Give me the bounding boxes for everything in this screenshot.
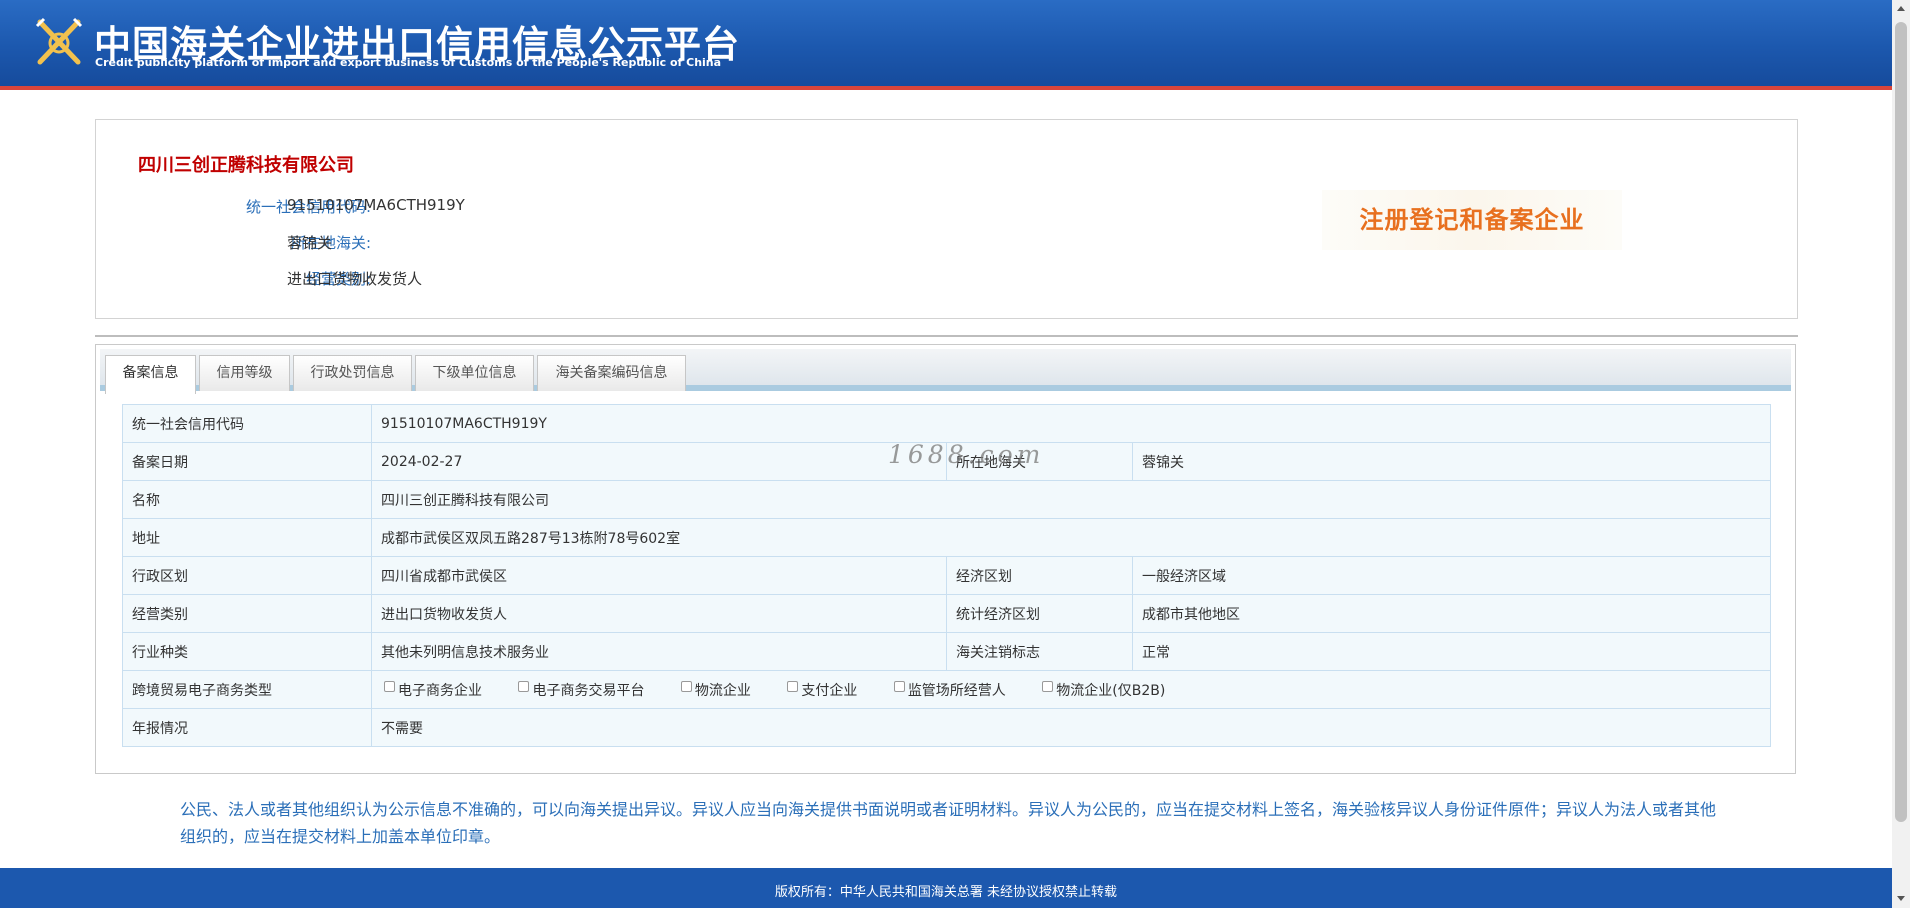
cell-value: 四川三创正腾科技有限公司 (371, 480, 1771, 519)
cell-value: 成都市其他地区 (1132, 594, 1771, 633)
table-row: 跨境贸易电子商务类型 电子商务企业 电子商务交易平台 物流企业 支付企业 监管场… (122, 670, 1771, 709)
scrollbar-thumb[interactable] (1895, 22, 1907, 822)
checkbox[interactable] (518, 680, 530, 692)
cell-label: 地址 (122, 518, 372, 557)
cell-value: 成都市武侯区双凤五路287号13栋附78号602室 (371, 518, 1771, 557)
section-divider (95, 335, 1798, 337)
cell-value: 91510107MA6CTH919Y (371, 404, 1771, 443)
cell-label: 行业种类 (122, 632, 372, 671)
tab-penalty-info[interactable]: 行政处罚信息 (293, 355, 412, 391)
table-row: 经营类别 进出口货物收发货人 统计经济区划 成都市其他地区 (122, 594, 1771, 633)
checkbox-label: 支付企业 (801, 682, 858, 699)
cell-value: 正常 (1132, 632, 1771, 671)
vertical-scrollbar[interactable] (1892, 0, 1910, 908)
summary-value: 蓉锦关 (287, 234, 333, 252)
checkbox-label: 电子商务企业 (398, 682, 482, 699)
checkbox-label: 电子商务交易平台 (532, 682, 645, 699)
checkbox[interactable] (1042, 680, 1054, 692)
cell-value: 2024-02-27 (371, 442, 947, 481)
tab-customs-code-info[interactable]: 海关备案编码信息 (537, 355, 686, 391)
tab-bar: 备案信息 信用等级 行政处罚信息 下级单位信息 海关备案编码信息 (100, 349, 1791, 394)
cell-label: 行政区划 (122, 556, 372, 595)
company-name: 四川三创正腾科技有限公司 (138, 155, 354, 176)
watermark: 1688.com (888, 440, 1045, 469)
cell-label: 统计经济区划 (946, 594, 1133, 633)
registration-status-badge: 注册登记和备案企业 (1322, 190, 1622, 250)
tab-filing-info[interactable]: 备案信息 (105, 355, 196, 394)
summary-row-customs: 所在地海关: 蓉锦关 (96, 232, 796, 256)
table-row: 行业种类 其他未列明信息技术服务业 海关注销标志 正常 (122, 632, 1771, 671)
objection-notice: 公民、法人或者其他组织认为公示信息不准确的，可以向海关提出异议。异议人应当向海关… (180, 800, 1717, 846)
cell-value: 进出口货物收发货人 (371, 594, 947, 633)
detail-panel: 备案信息 信用等级 行政处罚信息 下级单位信息 海关备案编码信息 统一社会信用代… (95, 344, 1796, 774)
table-row: 年报情况 不需要 (122, 708, 1771, 747)
cell-value: 其他未列明信息技术服务业 (371, 632, 947, 671)
customs-emblem-icon (35, 17, 83, 65)
summary-value: 进出口货物收发货人 (287, 270, 423, 288)
cell-value: 不需要 (371, 708, 1771, 747)
summary-label: 所在地海关: (290, 234, 371, 252)
cell-label: 经济区划 (946, 556, 1133, 595)
cell-label: 统一社会信用代码 (122, 404, 372, 443)
cell-label: 年报情况 (122, 708, 372, 747)
cell-label: 跨境贸易电子商务类型 (122, 670, 372, 709)
tab-subunit-info[interactable]: 下级单位信息 (415, 355, 534, 391)
summary-value: 91510107MA6CTH919Y (287, 196, 465, 214)
summary-row-business-type: 经营类别: 进出口货物收发货人 (96, 268, 796, 292)
site-subtitle: Credit publicity platform of import and … (95, 56, 722, 69)
ecommerce-type-options: 电子商务企业 电子商务交易平台 物流企业 支付企业 监管场所经营人 物流企业(仅… (371, 670, 1771, 709)
site-footer: 版权所有：中华人民共和国海关总署 未经协议授权禁止转载 (0, 868, 1892, 908)
checkbox[interactable] (893, 680, 905, 692)
table-row: 行政区划 四川省成都市武侯区 经济区划 一般经济区域 (122, 556, 1771, 595)
checkbox-label: 物流企业 (694, 682, 751, 699)
cell-label: 备案日期 (122, 442, 372, 481)
table-row: 统一社会信用代码 91510107MA6CTH919Y (122, 404, 1771, 443)
tab-credit-rating[interactable]: 信用等级 (199, 355, 290, 391)
table-row: 地址 成都市武侯区双凤五路287号13栋附78号602室 (122, 518, 1771, 557)
cell-value: 一般经济区域 (1132, 556, 1771, 595)
checkbox-label: 物流企业(仅B2B) (1056, 682, 1166, 699)
checkbox[interactable] (680, 680, 692, 692)
cell-value: 蓉锦关 (1132, 442, 1771, 481)
site-header: 中国海关企业进出口信用信息公示平台 Credit publicity platf… (0, 0, 1892, 90)
cell-label: 经营类别 (122, 594, 372, 633)
scroll-down-icon[interactable] (1897, 896, 1905, 901)
company-summary-card: 四川三创正腾科技有限公司 统一社会信用代码: 91510107MA6CTH919… (95, 119, 1798, 319)
table-row: 名称 四川三创正腾科技有限公司 (122, 480, 1771, 519)
scroll-up-icon[interactable] (1897, 6, 1905, 11)
cell-label: 海关注销标志 (946, 632, 1133, 671)
cell-label: 名称 (122, 480, 372, 519)
checkbox[interactable] (787, 680, 799, 692)
cell-value: 四川省成都市武侯区 (371, 556, 947, 595)
summary-row-credit-code: 统一社会信用代码: 91510107MA6CTH919Y (96, 196, 796, 220)
checkbox-label: 监管场所经营人 (907, 682, 1006, 699)
checkbox[interactable] (384, 680, 395, 692)
